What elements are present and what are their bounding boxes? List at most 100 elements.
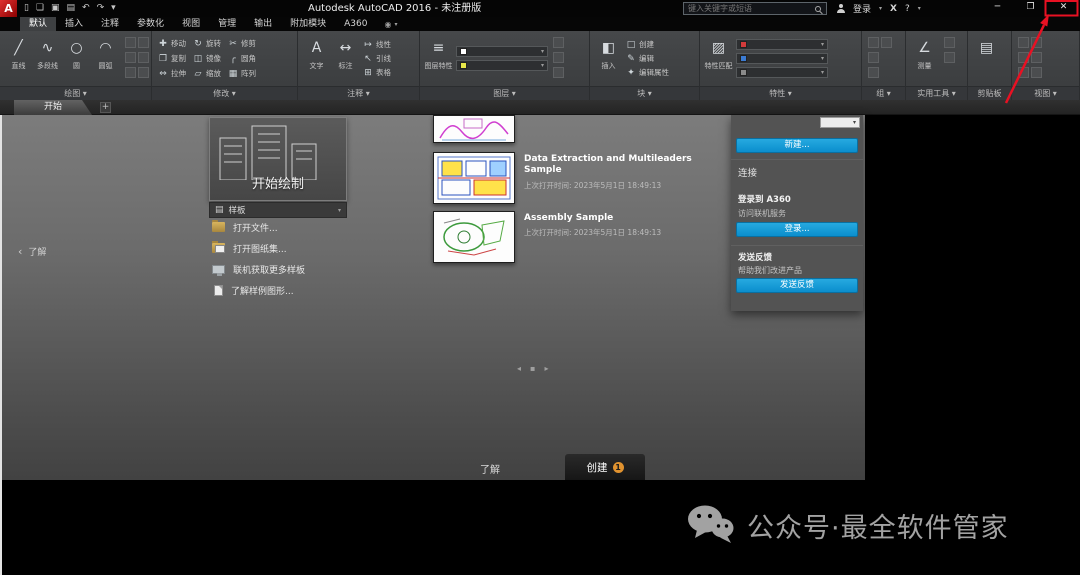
ribbon-dropdown[interactable]: ▾ [736, 53, 828, 64]
ribbon-tab-注释[interactable]: 注释 [92, 17, 128, 31]
panel-label-绘图[interactable]: 绘图 ▾ [0, 86, 151, 100]
ribbon-tab-参数化[interactable]: 参数化 [128, 17, 173, 31]
tool-阵列[interactable]: ▦ 阵列 [228, 67, 256, 81]
tool-缩放[interactable]: ▱ 缩放 [193, 67, 221, 81]
tool-编辑[interactable]: ✎ 编辑 [626, 53, 669, 64]
page-indicator-icon[interactable]: ▪ [530, 364, 535, 373]
tool-表格[interactable]: ⊞ 表格 [363, 67, 391, 78]
ribbon-dropdown[interactable]: ▾ [736, 39, 828, 50]
mini-tool-icon[interactable] [125, 37, 136, 48]
mini-tool-icon[interactable] [1031, 67, 1042, 78]
tab-learn[interactable]: 了解 [480, 461, 500, 476]
mini-tool-icon[interactable] [138, 52, 149, 63]
learn-panel-collapse[interactable]: ‹ 了解 [18, 245, 46, 258]
exchange-apps-icon[interactable]: X [890, 4, 897, 14]
ribbon-tab-输出[interactable]: 输出 [245, 17, 281, 31]
mini-tool-icon[interactable] [553, 37, 564, 48]
signin-dropdown-icon[interactable]: ▾ [879, 5, 882, 12]
recent-doc-row[interactable] [433, 115, 515, 143]
tool-镜像[interactable]: ◫ 镜像 [193, 52, 221, 66]
link-联机获取更多样板[interactable]: 联机获取更多样板 [212, 263, 305, 276]
mini-tool-icon[interactable] [1018, 67, 1029, 78]
tool-拉伸[interactable]: ⇔ 拉伸 [158, 67, 186, 81]
panel-label-特性[interactable]: 特性 ▾ [700, 86, 861, 100]
ribbon-tab-插入[interactable]: 插入 [56, 17, 92, 31]
ribbon-dropdown[interactable]: ▾ [736, 67, 828, 78]
mini-tool-icon[interactable] [868, 67, 879, 78]
plot-icon[interactable]: ▤ [67, 0, 76, 17]
ribbon-dropdown[interactable]: ▾ [456, 46, 548, 57]
mini-tool-icon[interactable] [125, 67, 136, 78]
tool-图层特性[interactable]: ≡ 图层特性 [424, 33, 453, 71]
tool-插入[interactable]: ◧ 插入 [594, 33, 623, 71]
link-打开文件...[interactable]: 打开文件... [212, 220, 305, 234]
tool-特性匹配[interactable]: ▨ 特性匹配 [704, 33, 733, 71]
recent-doc-row[interactable]: Assembly Sample 上次打开时间: 2023年5月1日 18:49:… [433, 211, 699, 263]
link-了解样例图形...[interactable]: 了解样例图形... [212, 284, 305, 297]
panel-label-视图[interactable]: 视图 ▾ [1012, 86, 1079, 100]
mini-tool-icon[interactable] [944, 52, 955, 63]
panel-label-图层[interactable]: 图层 ▾ [420, 86, 589, 100]
link-打开图纸集...[interactable]: 打开图纸集... [212, 241, 305, 255]
open-file-icon[interactable]: ❏ [36, 0, 44, 17]
help-icon[interactable]: ? [905, 4, 910, 14]
tool-paste[interactable]: ▤ [972, 33, 1001, 59]
panel-label-组[interactable]: 组 ▾ [862, 86, 905, 100]
undo-icon[interactable]: ↶ [82, 0, 90, 17]
mini-tool-icon[interactable] [138, 67, 149, 78]
new-file-icon[interactable]: ▯ [24, 0, 29, 17]
close-button[interactable]: ✕ [1047, 0, 1080, 16]
tool-创建[interactable]: □ 创建 [626, 39, 669, 50]
send-feedback-button[interactable]: 发送反馈 [736, 278, 858, 293]
mini-tool-icon[interactable] [1031, 37, 1042, 48]
tool-复制[interactable]: ❐ 复制 [158, 52, 186, 66]
recent-doc-title[interactable]: Assembly Sample [524, 213, 699, 224]
redo-icon[interactable]: ↷ [97, 0, 105, 17]
ribbon-tab-默认[interactable]: 默认 [20, 17, 57, 31]
ribbon-display-toggle[interactable]: ◉ ▾ [384, 17, 397, 31]
minimize-button[interactable]: ─ [981, 0, 1014, 16]
tool-修剪[interactable]: ✂ 修剪 [228, 37, 256, 51]
page-prev-icon[interactable]: ◂ [517, 364, 521, 373]
tool-移动[interactable]: ✚ 移动 [158, 37, 186, 51]
tool-线性[interactable]: ↦ 线性 [363, 39, 391, 50]
signin-label[interactable]: 登录 [853, 2, 871, 15]
ribbon-tab-视图[interactable]: 视图 [173, 17, 209, 31]
panel-label-实用工具[interactable]: 实用工具 ▾ [906, 86, 967, 100]
mini-tool-icon[interactable] [1031, 52, 1042, 63]
mini-tool-icon[interactable] [944, 37, 955, 48]
mini-tool-icon[interactable] [553, 67, 564, 78]
user-icon[interactable] [836, 4, 845, 13]
ribbon-tab-附加模块[interactable]: 附加模块 [281, 17, 335, 31]
mini-tool-icon[interactable] [868, 52, 879, 63]
recent-doc-thumbnail[interactable] [433, 152, 515, 204]
search-icon[interactable] [815, 5, 821, 12]
autocad-logo-icon[interactable]: A [0, 0, 17, 17]
ribbon-dropdown[interactable]: ▾ [456, 60, 548, 71]
tab-create[interactable]: 创建 1 [565, 454, 645, 480]
recent-doc-thumbnail[interactable] [433, 211, 515, 263]
signin-button[interactable]: 登录... [736, 222, 858, 237]
recent-doc-thumbnail[interactable] [433, 115, 515, 143]
start-file-tab[interactable]: 开始 [14, 100, 92, 115]
tool-测量[interactable]: ∠ 测量 [910, 33, 939, 71]
panel-label-块[interactable]: 块 ▾ [590, 86, 699, 100]
ribbon-tab-管理[interactable]: 管理 [209, 17, 245, 31]
search-input[interactable] [684, 4, 815, 13]
recent-doc-title[interactable]: Data Extraction and Multileaders Sample [524, 154, 699, 177]
tool-多段线[interactable]: ∿ 多段线 [33, 33, 62, 71]
panel-label-剪贴板[interactable]: 剪贴板 [968, 86, 1011, 100]
tool-直线[interactable]: ╱ 直线 [4, 33, 33, 71]
tool-标注[interactable]: ↔ 标注 [331, 33, 360, 71]
tool-圆弧[interactable]: ◠ 圆弧 [91, 33, 120, 71]
recent-doc-row[interactable]: Data Extraction and Multileaders Sample … [433, 152, 699, 204]
maximize-button[interactable]: ❐ [1014, 0, 1047, 16]
tool-编辑属性[interactable]: ✦ 编辑属性 [626, 67, 669, 78]
mini-tool-icon[interactable] [125, 52, 136, 63]
templates-dropdown[interactable]: ▤ 样板 ▾ [209, 202, 347, 218]
tool-引线[interactable]: ↖ 引线 [363, 53, 391, 64]
panel-label-修改[interactable]: 修改 ▾ [152, 86, 297, 100]
tool-旋转[interactable]: ↻ 旋转 [193, 37, 221, 51]
panel-label-注释[interactable]: 注释 ▾ [298, 86, 419, 100]
save-icon[interactable]: ▣ [51, 0, 60, 17]
